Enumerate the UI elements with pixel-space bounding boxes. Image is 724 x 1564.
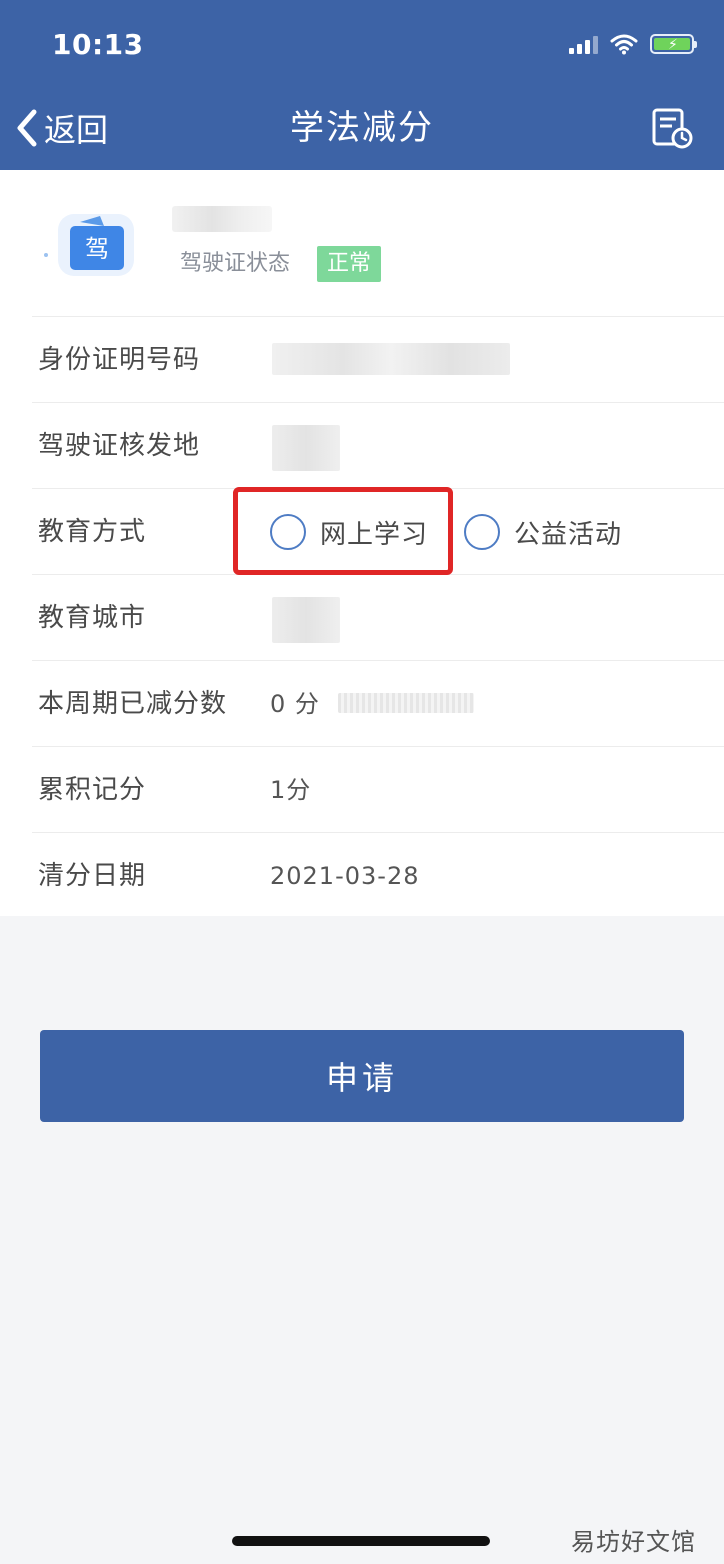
education-city-masked bbox=[272, 597, 340, 643]
deducted-points-label: 本周期已减分数 bbox=[38, 689, 228, 719]
education-city-label: 教育城市 bbox=[38, 603, 147, 633]
watermark: 易坊好文馆 bbox=[571, 1528, 696, 1556]
radio-public-welfare[interactable]: 公益活动 bbox=[464, 489, 622, 575]
row-accumulated-points: 累积记分 1分 bbox=[32, 746, 724, 832]
row-clear-date: 清分日期 2021-03-28 bbox=[32, 832, 724, 918]
page-title: 学法减分 bbox=[290, 108, 434, 148]
row-id-number: 身份证明号码 bbox=[32, 316, 724, 402]
name-masked bbox=[172, 206, 272, 232]
accumulated-points-value: 1分 bbox=[270, 776, 312, 804]
home-indicator bbox=[232, 1536, 490, 1546]
radio-circle bbox=[464, 514, 500, 550]
battery-icon: ⚡ bbox=[650, 34, 697, 54]
header: 10:13 ⚡ 返回 学法减分 bbox=[0, 0, 724, 170]
accumulated-points-label: 累积记分 bbox=[38, 775, 147, 805]
deducted-note-masked bbox=[338, 693, 474, 713]
status-icons: ⚡ bbox=[569, 30, 697, 58]
cellular-signal-icon bbox=[569, 34, 598, 54]
clear-date-label: 清分日期 bbox=[38, 861, 147, 891]
issue-place-label: 驾驶证核发地 bbox=[38, 431, 201, 461]
info-rows: 身份证明号码 驾驶证核发地 教育方式 网上学习 公益活动 教育城市 本周期已减分… bbox=[32, 316, 724, 918]
license-profile: 驾 驾驶证状态 正常 bbox=[0, 170, 724, 314]
id-number-masked bbox=[272, 343, 510, 375]
row-deducted-points: 本周期已减分数 0 分 bbox=[32, 660, 724, 746]
radio-label: 公益活动 bbox=[514, 519, 623, 550]
wifi-icon bbox=[610, 34, 638, 55]
education-method-label: 教育方式 bbox=[38, 517, 147, 547]
issue-place-masked bbox=[272, 425, 340, 471]
driver-license-icon: 驾 bbox=[44, 214, 134, 276]
record-clock-icon bbox=[652, 108, 693, 149]
license-status-label: 驾驶证状态 bbox=[180, 251, 291, 276]
page: 10:13 ⚡ 返回 学法减分 驾 驾驶证状态 正常 身份证明号码 驾驶证核发地… bbox=[0, 0, 724, 1564]
highlight-annotation-box bbox=[233, 487, 453, 575]
license-status-badge: 正常 bbox=[317, 246, 382, 282]
record-button[interactable] bbox=[650, 104, 694, 152]
status-time: 10:13 bbox=[52, 28, 144, 61]
row-issue-place: 驾驶证核发地 bbox=[32, 402, 724, 488]
row-education-city: 教育城市 bbox=[32, 574, 724, 660]
apply-button[interactable]: 申请 bbox=[40, 1030, 684, 1122]
svg-text:驾: 驾 bbox=[85, 235, 109, 263]
id-number-label: 身份证明号码 bbox=[38, 345, 201, 375]
clear-date-value: 2021-03-28 bbox=[270, 862, 420, 890]
deducted-points-value: 0 分 bbox=[270, 690, 320, 718]
